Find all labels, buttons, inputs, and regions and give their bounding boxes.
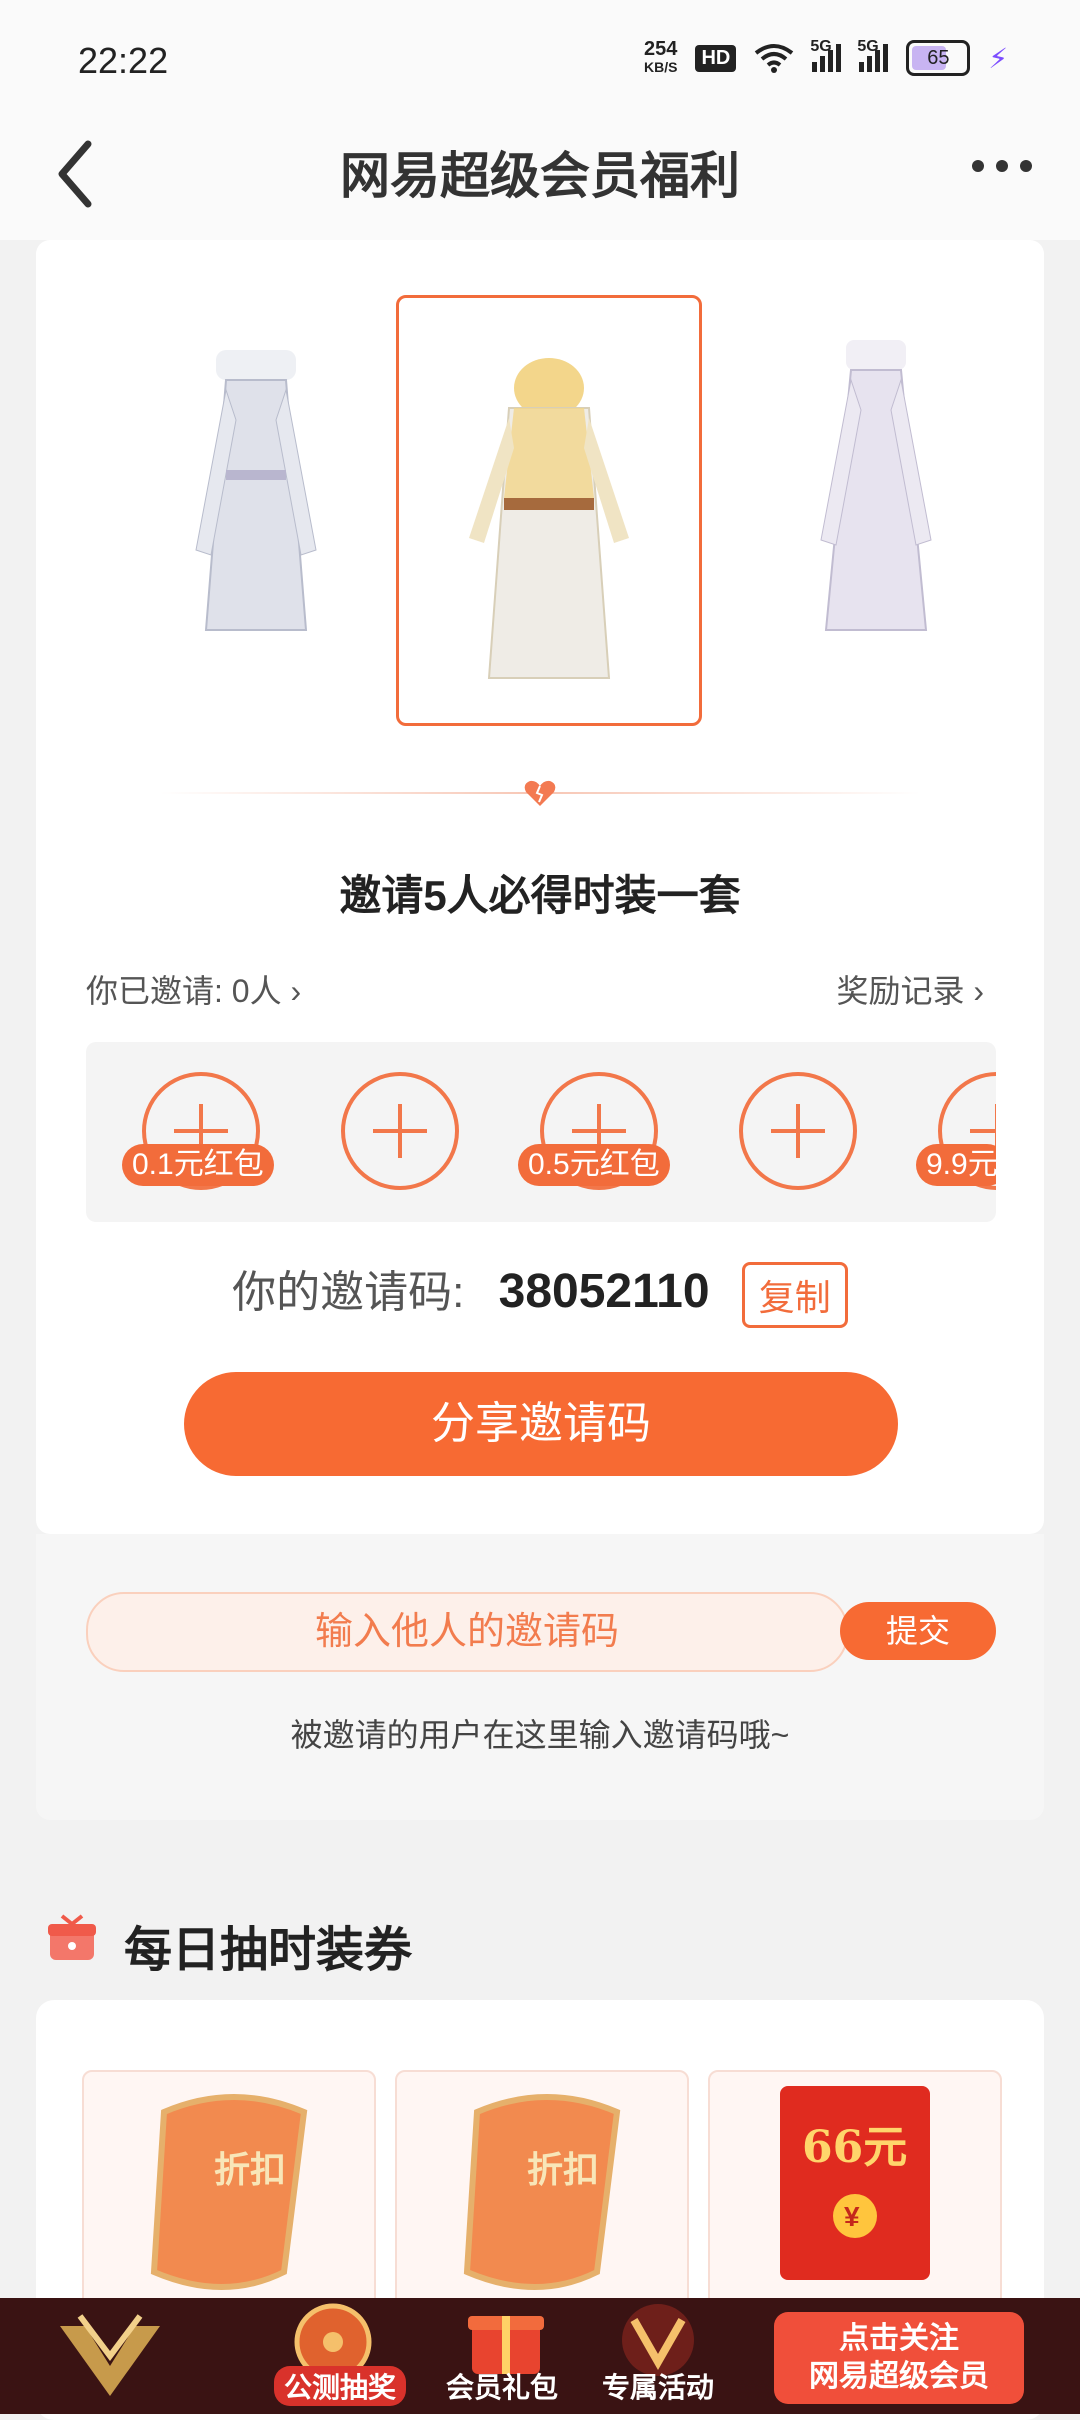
enter-code-section: 输入他人的邀请码 提交 被邀请的用户在这里输入邀请码哦~ [36,1534,1044,1820]
outfit-image-left[interactable] [156,300,356,680]
status-time: 22:22 [78,40,169,81]
broken-heart-icon [524,780,556,806]
hd-icon: HD [695,44,737,72]
svg-text:¥: ¥ [844,2201,860,2232]
outfit-selected-frame[interactable] [396,295,702,726]
more-menu-icon[interactable] [972,160,1032,172]
status-icons: 254 KB/S HD 5G 5G 65 ⚡ [643,38,1008,76]
bottom-promo-bar: 公测抽奖 会员礼包 专属活动 点击关注 网易超级会员 [0,2298,1080,2414]
lottery-button[interactable]: 公测抽奖 [274,2366,407,2406]
battery-icon: 65 [906,40,971,76]
outfit-carousel[interactable] [36,240,1044,726]
status-bar: 22:22 254 KB/S HD 5G 5G 65 ⚡ [0,0,1080,128]
wifi-icon [755,44,794,73]
reward-record-link[interactable]: 奖励记录 › [836,966,984,1012]
charging-icon: ⚡ [988,42,1008,74]
signal-icon-1: 5G [810,38,842,72]
outfit-image-center [469,358,629,679]
app-header: 网易超级会员福利 [0,110,1080,240]
gift-icon [48,1914,96,1960]
invite-code-value: 38052110 [498,1265,710,1318]
invite-code-input[interactable]: 输入他人的邀请码 [86,1592,848,1672]
invite-code-label: 你的邀请码: [232,1268,465,1317]
daily-section-title: 每日抽时装券 [124,1924,413,1977]
invite-slots: 0.1元红包 0.5元红包 9.9元 [86,1042,996,1222]
slot-reward-badge-5: 9.9元 [916,1144,996,1186]
network-speed: 254 KB/S [643,38,678,75]
slot-reward-badge-1: 0.1元红包 [122,1144,274,1186]
page-title: 网易超级会员福利 [340,148,740,204]
enter-code-hint: 被邀请的用户在这里输入邀请码哦~ [290,1717,790,1753]
signal-icon-2: 5G [857,38,889,72]
invite-title: 邀请5人必得时装一套 [339,872,741,919]
invite-slot-4[interactable] [739,1072,857,1190]
outfit-image-right[interactable] [776,300,976,680]
follow-member-button[interactable]: 点击关注 网易超级会员 [774,2312,1024,2404]
submit-button[interactable]: 提交 [840,1602,996,1660]
invited-count-link[interactable]: 你已邀请: 0人 › [86,966,301,1012]
svg-text:折扣: 折扣 [214,2149,286,2191]
game-logo-icon [60,2314,160,2396]
copy-button[interactable]: 复制 [741,1262,848,1329]
slot-reward-badge-3: 0.5元红包 [518,1144,670,1186]
share-code-button[interactable]: 分享邀请码 [184,1372,898,1476]
invite-slot-2[interactable] [341,1072,459,1190]
exclusive-activity-button[interactable]: 专属活动 [602,2366,714,2406]
invite-code-row: 你的邀请码: 38052110 复制 [0,1256,1080,1329]
svg-text:66元: 66元 [802,2122,907,2173]
svg-text:折扣: 折扣 [527,2149,599,2191]
member-gift-button[interactable]: 会员礼包 [446,2366,558,2406]
